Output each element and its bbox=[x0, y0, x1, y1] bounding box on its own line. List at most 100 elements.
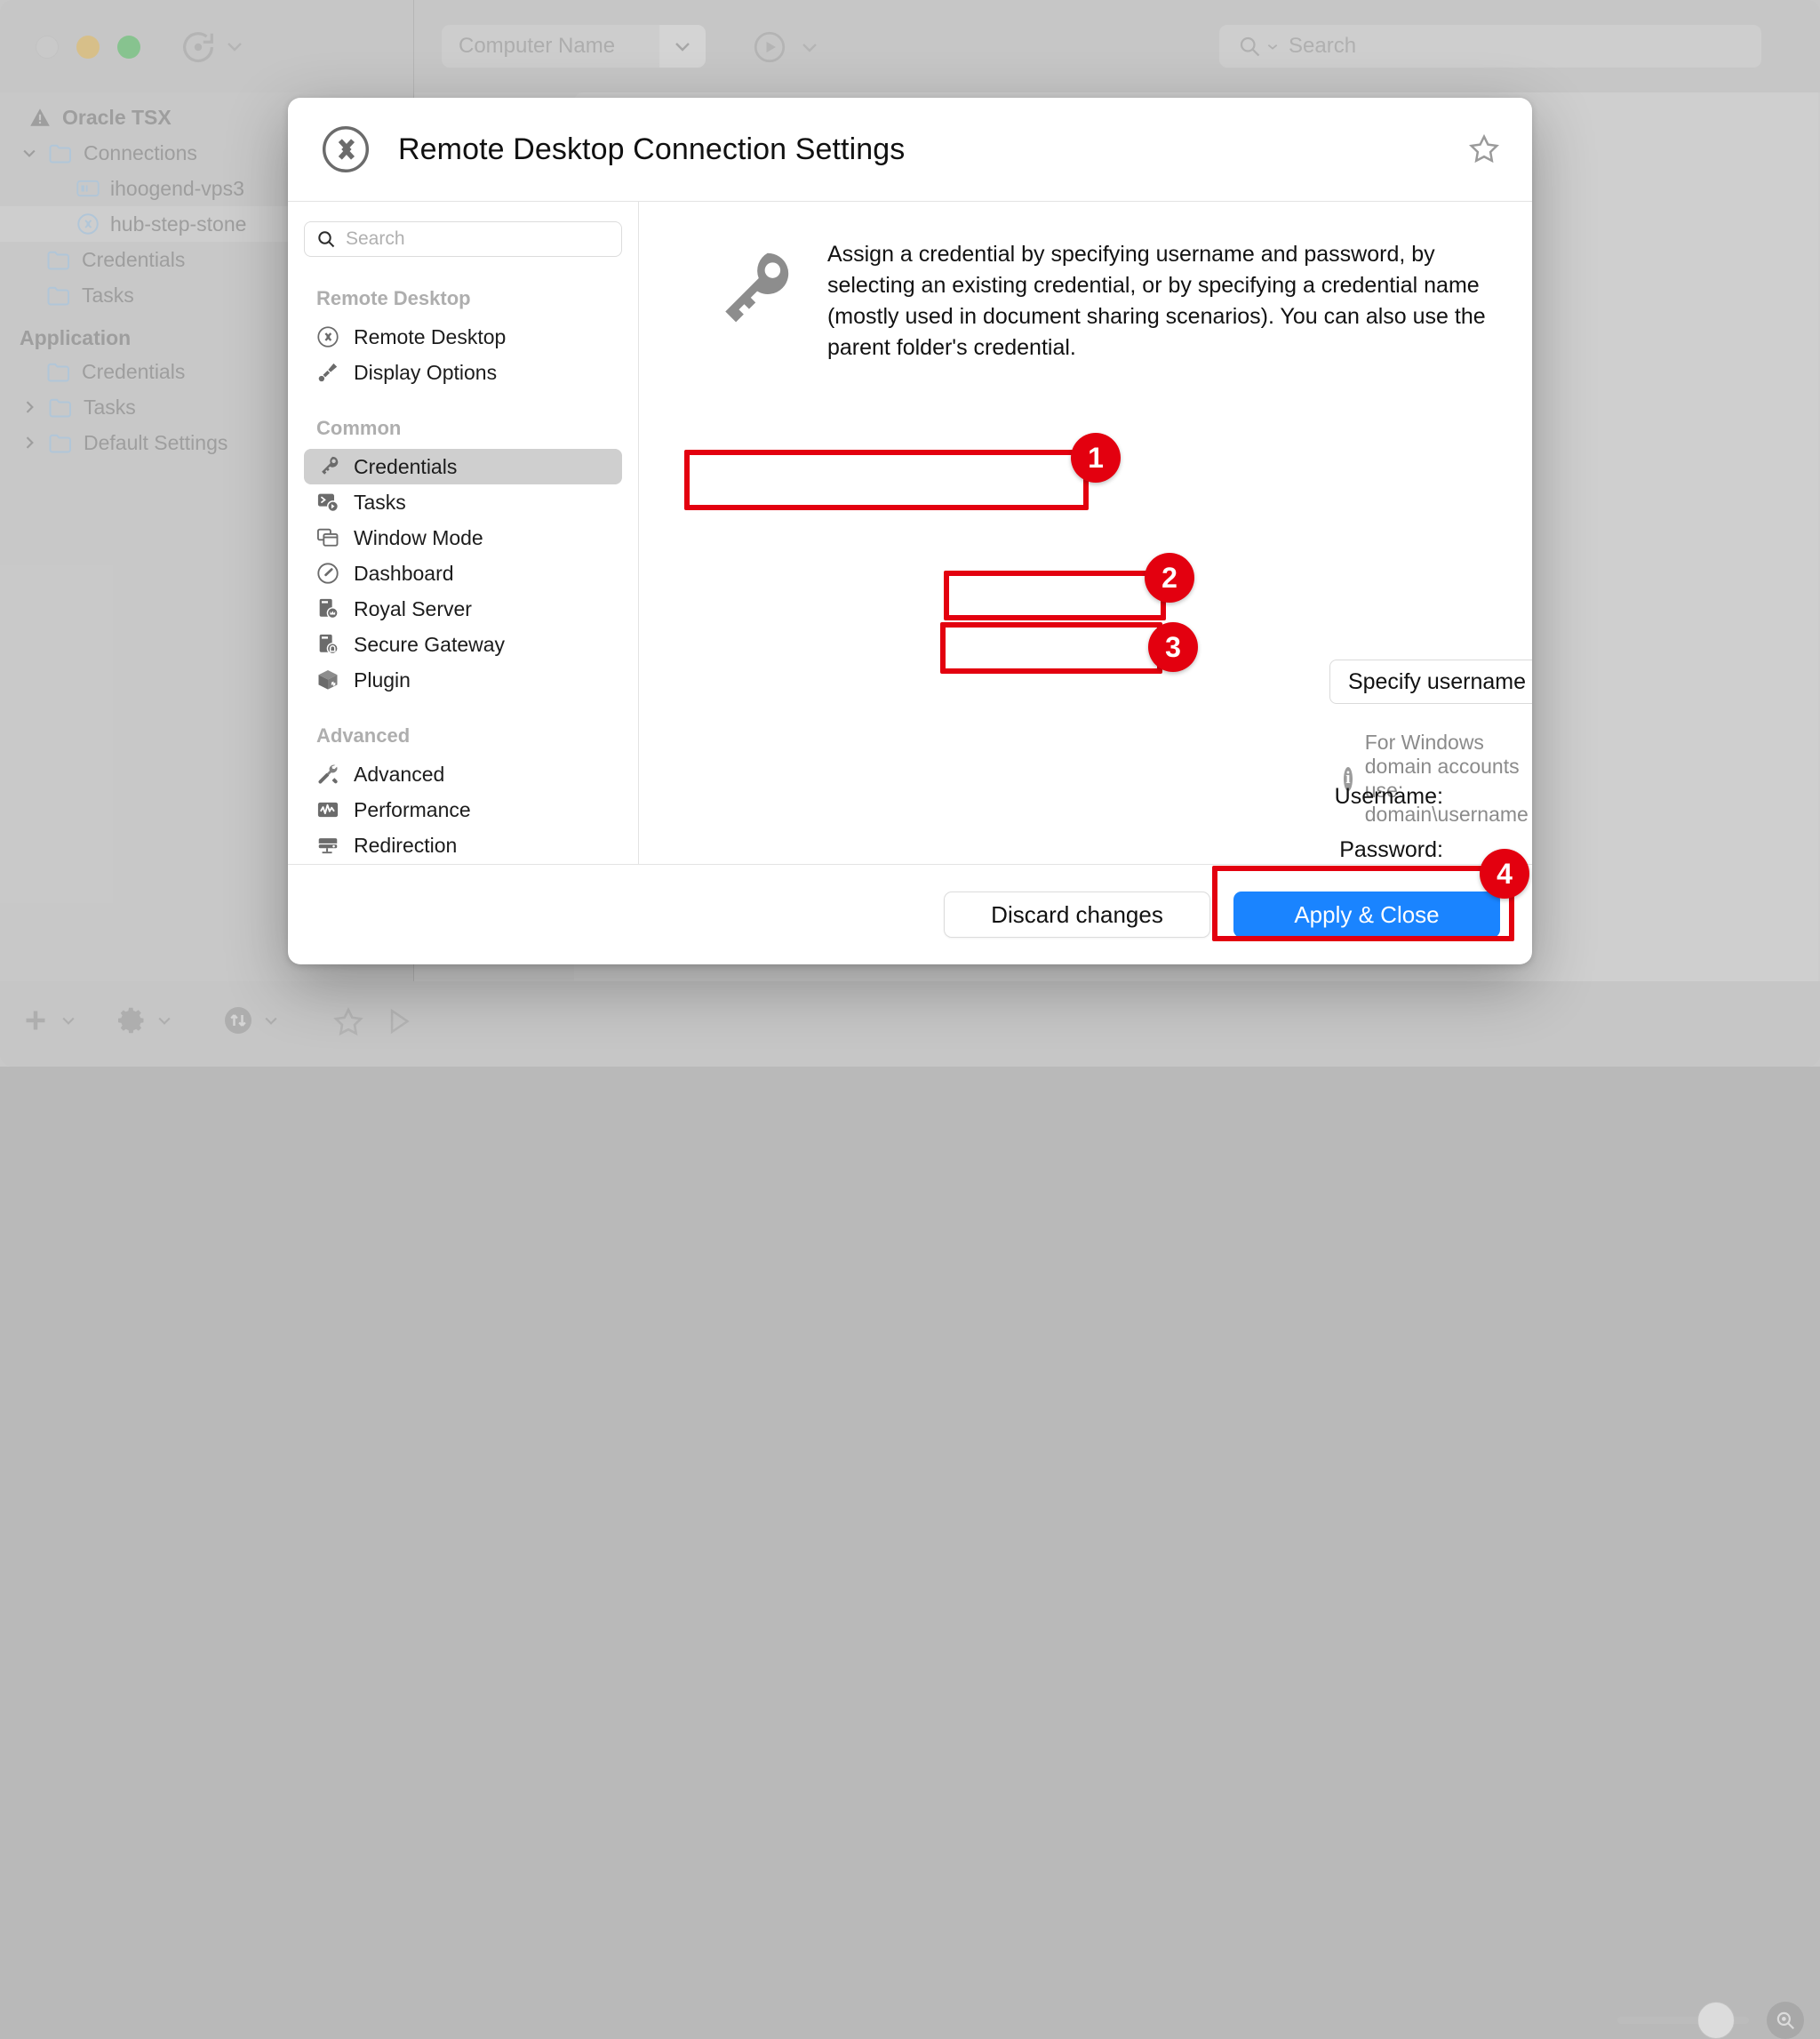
background-bottom-toolbar bbox=[0, 981, 1820, 1067]
credentials-intro: Assign a credential by specifying userna… bbox=[680, 234, 1491, 364]
nav-section-remote-desktop: Remote Desktop bbox=[304, 280, 622, 319]
nav-item-label: Secure Gateway bbox=[354, 633, 505, 657]
transfer-button[interactable] bbox=[222, 1004, 280, 1036]
nav-item-label: Remote Desktop bbox=[354, 325, 506, 349]
warning-triangle-icon bbox=[27, 106, 53, 129]
chevron-down-icon[interactable] bbox=[20, 144, 39, 162]
nav-item-label: Credentials bbox=[354, 455, 457, 479]
dialog-title: Remote Desktop Connection Settings bbox=[398, 132, 905, 167]
gear-icon bbox=[116, 1004, 148, 1036]
nav-search-input[interactable]: Search bbox=[304, 221, 622, 257]
server-lock-icon bbox=[315, 632, 340, 658]
play-triangle-icon bbox=[382, 1004, 416, 1038]
dialog-body: Search Remote Desktop Remote Desktop bbox=[288, 202, 1532, 864]
nav-item-window-mode[interactable]: Window Mode bbox=[304, 520, 622, 556]
maximize-window-button[interactable] bbox=[117, 36, 140, 59]
close-window-button[interactable] bbox=[36, 36, 59, 59]
chevron-down-icon bbox=[672, 36, 693, 57]
favorite-button[interactable] bbox=[331, 1004, 366, 1040]
nav-item-tasks[interactable]: Tasks bbox=[304, 484, 622, 520]
tree-item-label: Connections bbox=[84, 141, 197, 165]
chevron-down-icon[interactable] bbox=[224, 36, 245, 57]
minimize-window-button[interactable] bbox=[76, 36, 100, 59]
chevron-down-icon[interactable] bbox=[1265, 39, 1280, 53]
computer-name-input[interactable]: Computer Name bbox=[442, 25, 706, 68]
paintbrush-icon bbox=[315, 360, 340, 386]
chevron-down-icon[interactable] bbox=[799, 36, 820, 58]
nav-item-clipped-partial[interactable] bbox=[304, 863, 622, 864]
nav-item-label: Royal Server bbox=[354, 597, 472, 621]
settings-nav-sidebar[interactable]: Search Remote Desktop Remote Desktop bbox=[288, 202, 639, 864]
apply-close-button[interactable]: Apply & Close bbox=[1233, 892, 1500, 938]
window-traffic-lights[interactable] bbox=[36, 36, 140, 59]
remote-desktop-connection-settings-dialog: Remote Desktop Connection Settings Searc… bbox=[288, 98, 1532, 964]
chevron-down-icon[interactable] bbox=[60, 1012, 77, 1029]
refresh-icon[interactable] bbox=[178, 27, 219, 68]
folder-icon bbox=[46, 360, 73, 383]
redirection-icon bbox=[315, 833, 340, 859]
star-outline-icon[interactable] bbox=[1466, 132, 1502, 167]
credentials-description: Assign a credential by specifying userna… bbox=[827, 239, 1491, 364]
folder-icon bbox=[46, 284, 73, 307]
nav-item-credentials[interactable]: Credentials bbox=[304, 449, 622, 484]
tree-item-label: Credentials bbox=[82, 248, 185, 272]
nav-item-label: Redirection bbox=[354, 834, 457, 858]
credential-mode-value: Specify username and password bbox=[1330, 669, 1532, 695]
password-label: Password: bbox=[1212, 837, 1443, 863]
folder-icon bbox=[48, 396, 75, 419]
domain-hint-text: For Windows domain accounts use: domain\… bbox=[1365, 731, 1532, 827]
credential-mode-dropdown[interactable]: Specify username and password bbox=[1329, 660, 1532, 704]
folder-icon bbox=[48, 431, 75, 454]
tree-item-label: hub-step-stone bbox=[110, 212, 246, 236]
global-search-input[interactable]: Search bbox=[1219, 25, 1761, 68]
nav-item-label: Plugin bbox=[354, 668, 411, 692]
nav-item-secure-gateway[interactable]: Secure Gateway bbox=[304, 627, 622, 662]
search-icon bbox=[315, 228, 337, 250]
username-label: Username: bbox=[1212, 784, 1443, 810]
credential-mode-combo-field[interactable]: Specify username and password bbox=[1329, 660, 1532, 704]
performance-icon bbox=[315, 797, 340, 823]
tree-item-label: Tasks bbox=[84, 396, 136, 420]
annotation-badge-3: 3 bbox=[1148, 622, 1198, 672]
discard-changes-button[interactable]: Discard changes bbox=[944, 892, 1210, 938]
search-icon bbox=[1237, 34, 1262, 59]
play-icon bbox=[751, 28, 788, 66]
rdp-icon bbox=[75, 212, 101, 236]
nav-item-label: Dashboard bbox=[354, 562, 454, 586]
key-icon bbox=[706, 246, 795, 335]
zoom-slider-knob[interactable] bbox=[1697, 2002, 1735, 2039]
settings-button[interactable] bbox=[116, 1004, 173, 1036]
tools-icon bbox=[315, 762, 340, 788]
global-search-placeholder: Search bbox=[1289, 34, 1356, 59]
run-button[interactable] bbox=[382, 1004, 416, 1038]
nav-item-advanced[interactable]: Advanced bbox=[304, 756, 622, 792]
nav-item-label: Advanced bbox=[354, 763, 444, 787]
nav-item-label: Window Mode bbox=[354, 526, 483, 550]
domain-hint: i For Windows domain accounts use: domai… bbox=[1344, 731, 1532, 827]
credentials-settings-pane: Assign a credential by specifying userna… bbox=[639, 202, 1532, 864]
nav-item-performance[interactable]: Performance bbox=[304, 792, 622, 828]
nav-item-display-options[interactable]: Display Options bbox=[304, 355, 622, 390]
chevron-right-icon[interactable] bbox=[20, 398, 39, 416]
annotation-badge-4: 4 bbox=[1480, 849, 1529, 899]
computer-name-dropdown-button[interactable] bbox=[659, 25, 706, 68]
cube-icon bbox=[315, 668, 340, 693]
nav-item-label: Display Options bbox=[354, 361, 497, 385]
connect-play-button[interactable] bbox=[751, 28, 820, 66]
nav-item-plugin[interactable]: Plugin bbox=[304, 662, 622, 698]
server-crown-icon bbox=[315, 596, 340, 622]
nav-item-remote-desktop[interactable]: Remote Desktop bbox=[304, 319, 622, 355]
tree-item-label: Default Settings bbox=[84, 431, 228, 455]
nav-section-advanced: Advanced bbox=[304, 717, 622, 756]
add-button[interactable] bbox=[20, 1004, 77, 1036]
nav-item-redirection[interactable]: Redirection bbox=[304, 828, 622, 863]
tree-item-label: Credentials bbox=[82, 360, 185, 384]
nav-item-royal-server[interactable]: Royal Server bbox=[304, 591, 622, 627]
chevron-down-icon[interactable] bbox=[156, 1012, 173, 1029]
nav-item-dashboard[interactable]: Dashboard bbox=[304, 556, 622, 591]
chevron-down-icon[interactable] bbox=[262, 1012, 280, 1029]
gauge-icon bbox=[315, 561, 340, 587]
zoom-search-icon[interactable] bbox=[1767, 2002, 1804, 2039]
chevron-right-icon[interactable] bbox=[20, 434, 39, 452]
nav-search-placeholder: Search bbox=[346, 228, 405, 250]
